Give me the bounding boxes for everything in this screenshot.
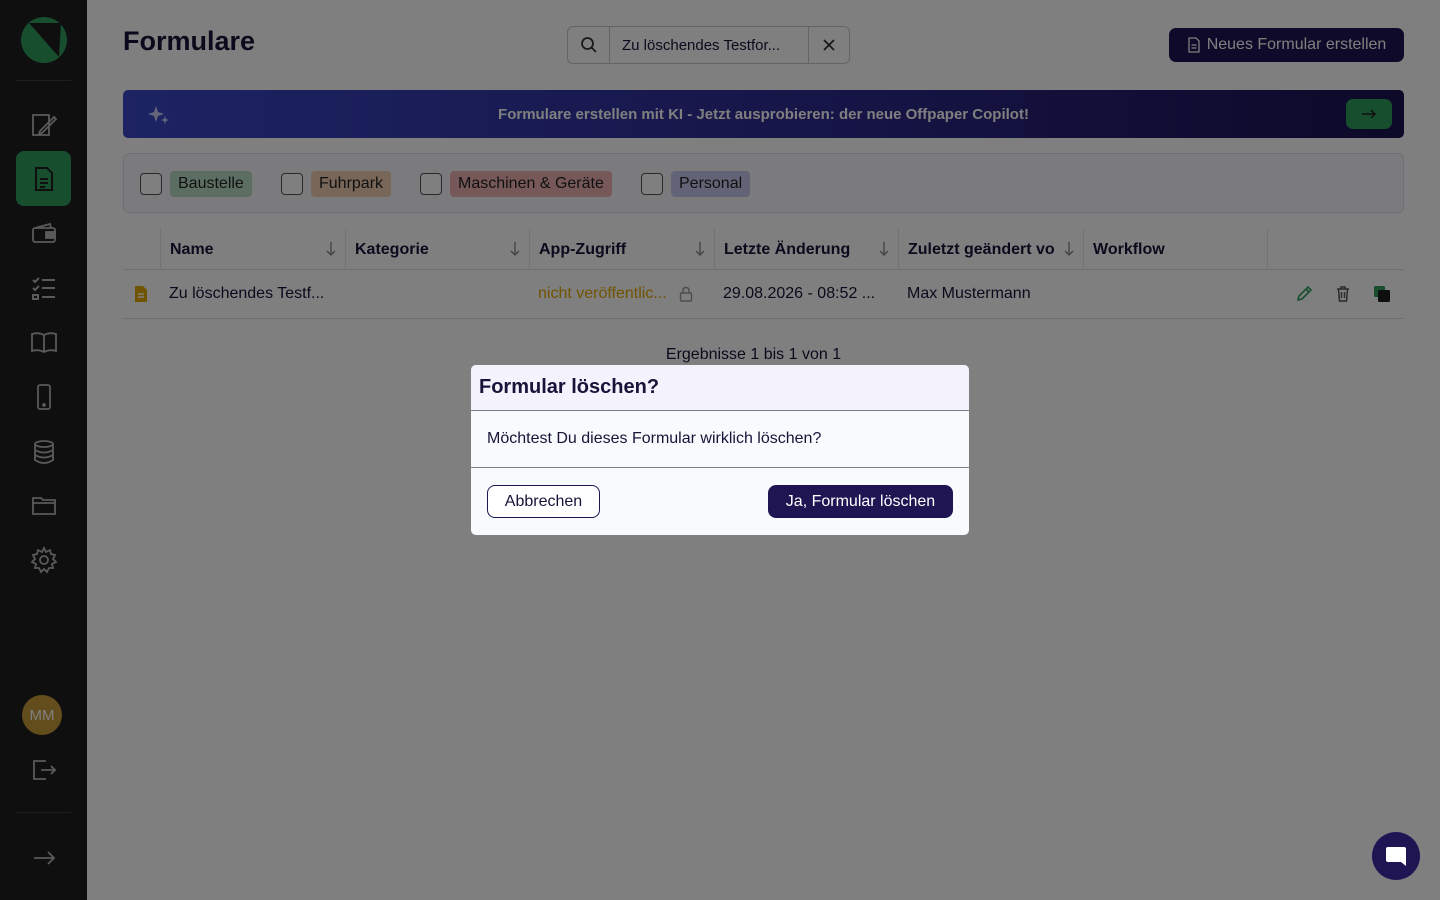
dialog-message: Möchtest Du dieses Formular wirklich lös…	[471, 411, 969, 468]
chat-bubble-icon	[1386, 847, 1406, 866]
delete-form-dialog: Formular löschen? Möchtest Du dieses For…	[471, 365, 969, 535]
dialog-footer: Abbrechen Ja, Formular löschen	[471, 468, 969, 535]
confirm-delete-button[interactable]: Ja, Formular löschen	[768, 485, 953, 518]
chat-support-button[interactable]	[1372, 832, 1420, 880]
dialog-title: Formular löschen?	[471, 365, 969, 411]
cancel-button[interactable]: Abbrechen	[487, 485, 600, 518]
